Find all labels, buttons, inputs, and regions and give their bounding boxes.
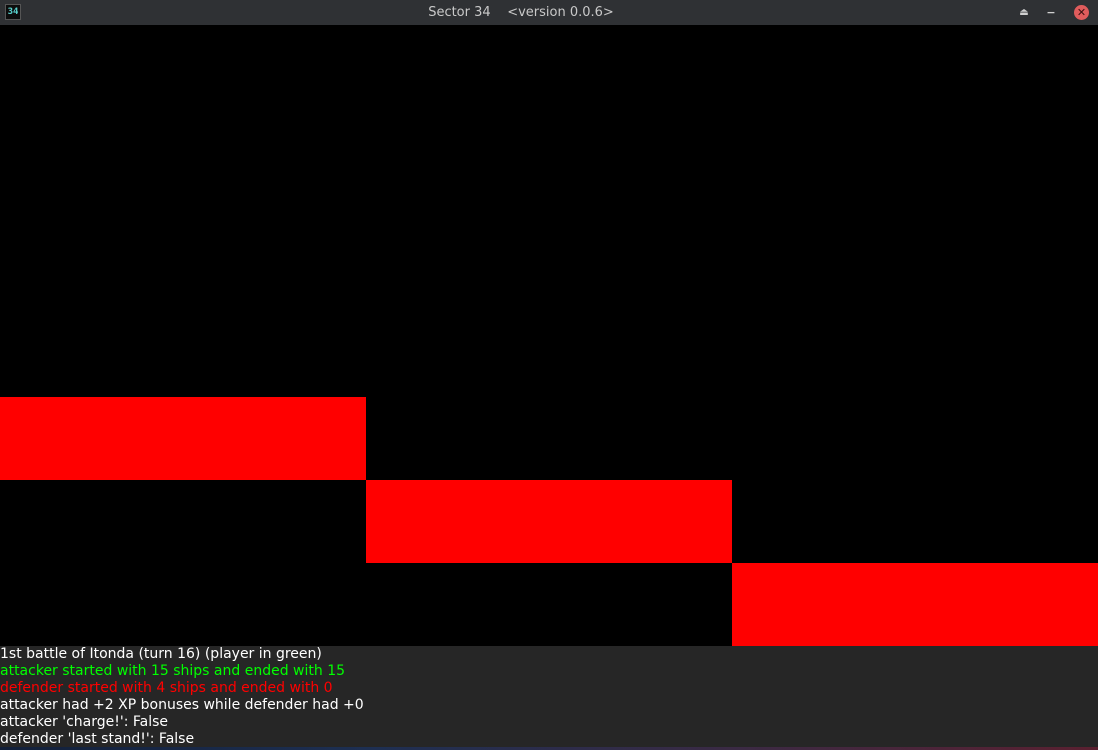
window-title: Sector 34 <version 0.0.6> — [0, 0, 1042, 25]
battle-chart-canvas — [0, 25, 1098, 646]
game-window: 34 Sector 34 <version 0.0.6> ⏏ − ✕ 1st b… — [0, 0, 1098, 750]
window-title-name: Sector 34 — [428, 5, 491, 20]
log-line: defender started with 4 ships and ended … — [0, 680, 333, 696]
eject-icon[interactable]: ⏏ — [1014, 3, 1034, 22]
log-line: attacker had +2 XP bonuses while defende… — [0, 697, 364, 713]
title-bar[interactable]: 34 Sector 34 <version 0.0.6> ⏏ − ✕ — [0, 0, 1098, 25]
close-icon[interactable]: ✕ — [1074, 5, 1089, 20]
battle-log: 1st battle of Itonda (turn 16) (player i… — [0, 646, 1098, 750]
battle-bar-3 — [732, 563, 1098, 646]
minimize-icon[interactable]: − — [1041, 3, 1061, 22]
window-version: <version 0.0.6> — [507, 5, 614, 20]
battle-bar-2 — [366, 480, 732, 563]
battle-bar-1 — [0, 397, 366, 480]
log-line: attacker 'charge!': False — [0, 714, 169, 730]
log-line: attacker started with 15 ships and ended… — [0, 663, 346, 679]
log-line: 1st battle of Itonda (turn 16) (player i… — [0, 646, 322, 662]
log-line: defender 'last stand!': False — [0, 731, 195, 747]
